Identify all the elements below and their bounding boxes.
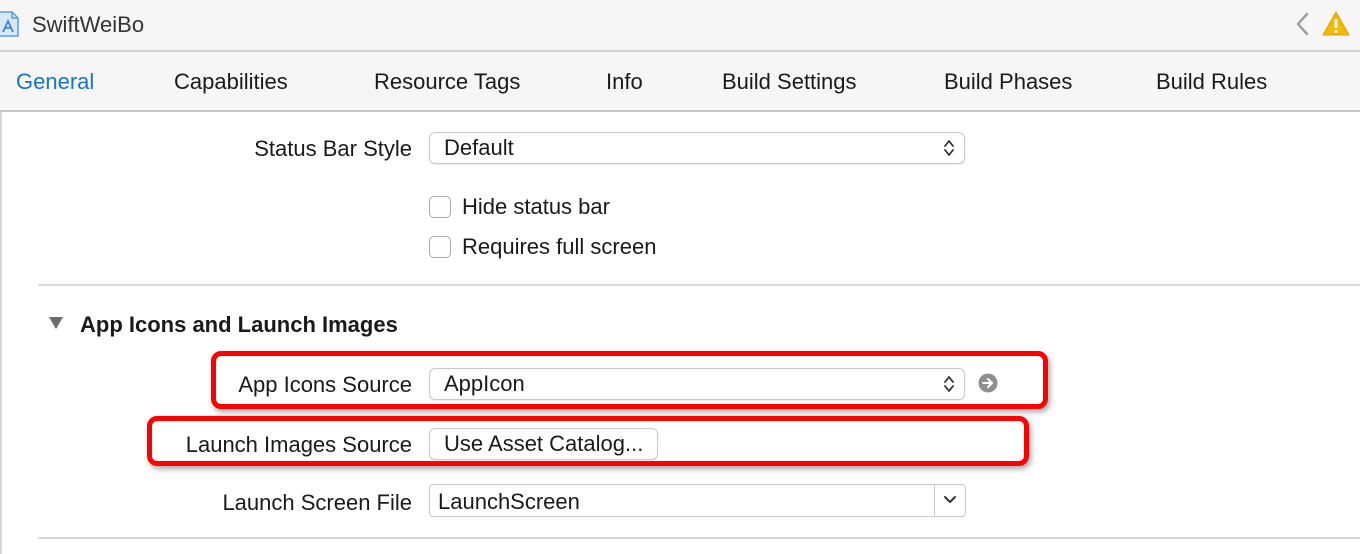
tab-general[interactable]: General bbox=[16, 69, 94, 95]
tab-build-settings[interactable]: Build Settings bbox=[722, 69, 857, 95]
combobox-dropdown-button[interactable] bbox=[934, 485, 965, 516]
tab-capabilities[interactable]: Capabilities bbox=[174, 69, 288, 95]
project-name: SwiftWeiBo bbox=[32, 12, 145, 37]
chevron-left-icon[interactable] bbox=[1294, 10, 1310, 38]
editor-tab-bar: General Capabilities Resource Tags Info … bbox=[0, 52, 1360, 112]
tab-info[interactable]: Info bbox=[606, 69, 643, 95]
hide-status-bar-checkbox[interactable] bbox=[429, 196, 451, 218]
chevron-down-icon bbox=[944, 496, 956, 503]
disclosure-triangle-icon[interactable] bbox=[47, 315, 65, 331]
launch-screen-file-label: Launch Screen File bbox=[222, 490, 412, 515]
title-bar: SwiftWeiBo bbox=[0, 0, 1360, 52]
tab-build-phases[interactable]: Build Phases bbox=[944, 69, 1072, 95]
requires-full-screen-checkbox[interactable] bbox=[429, 236, 451, 258]
popup-stepper-icon bbox=[944, 140, 954, 156]
requires-full-screen-label[interactable]: Requires full screen bbox=[462, 234, 656, 260]
status-bar-style-label: Status Bar Style bbox=[254, 136, 412, 161]
launch-screen-file-combobox[interactable]: LaunchScreen bbox=[429, 484, 966, 517]
highlight-app-icons-source bbox=[211, 351, 1048, 409]
launch-screen-file-value[interactable]: LaunchScreen bbox=[438, 485, 580, 518]
warning-triangle-icon[interactable] bbox=[1322, 10, 1350, 38]
left-gutter-line bbox=[0, 112, 2, 554]
highlight-launch-images-source bbox=[147, 416, 1029, 466]
xcode-project-icon bbox=[0, 11, 19, 37]
status-bar-style-value: Default bbox=[444, 135, 514, 160]
section-divider-bottom bbox=[38, 537, 1360, 539]
section-divider bbox=[38, 284, 1360, 286]
section-title: App Icons and Launch Images bbox=[80, 312, 398, 337]
status-bar-style-popup[interactable]: Default bbox=[429, 132, 965, 164]
tab-build-rules[interactable]: Build Rules bbox=[1156, 69, 1267, 95]
hide-status-bar-label[interactable]: Hide status bar bbox=[462, 194, 610, 220]
tab-resource-tags[interactable]: Resource Tags bbox=[374, 69, 520, 95]
